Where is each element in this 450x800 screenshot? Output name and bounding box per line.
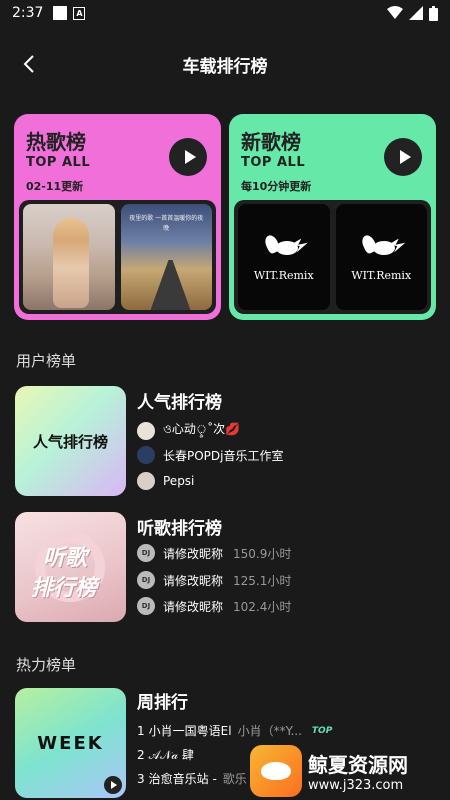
popular-title: 人气排行榜 xyxy=(137,393,222,413)
hot-songs-card[interactable]: 热歌榜 TOP ALL 02-11更新 夜里的歌 一首首温暖你的夜晚 xyxy=(14,114,221,320)
listen-row-2-hours: 125.1小时 xyxy=(233,573,292,588)
new-card-thumbs: WIT.Remix WIT.Remix xyxy=(234,200,431,314)
wifi-icon xyxy=(387,6,403,19)
listen-ranking-item[interactable]: 听歌 排行榜 听歌排行榜 DJ 请修改昵称 150.9小时 DJ 请修改昵称 1… xyxy=(15,512,435,622)
listen-cover-line2: 排行榜 xyxy=(31,576,98,601)
weekly-row-3-num: 3 xyxy=(137,771,145,786)
hot-thumb-1[interactable] xyxy=(23,204,115,310)
app-notification-icon: A xyxy=(73,6,86,20)
listen-row-1[interactable]: DJ 请修改昵称 150.9小时 xyxy=(137,544,291,562)
top-bar: 车载排行榜 xyxy=(0,40,450,88)
watermark-url: www.j323.com xyxy=(308,778,404,793)
section-hot-rankings: 热力榜单 xyxy=(16,656,77,674)
popular-row-3-name: Pepsi xyxy=(163,474,195,488)
dj-avatar: DJ xyxy=(137,544,155,562)
battery-icon xyxy=(429,5,438,21)
weekly-row-3-artist: 歌乐 xyxy=(222,772,247,786)
weekly-cover-text: WEEK xyxy=(37,732,104,754)
weekly-row-2[interactable]: 2 𝒜𝒩𝒶 肆 xyxy=(137,746,194,763)
hot-card-thumbs: 夜里的歌 一首首温暖你的夜晚 xyxy=(19,200,216,314)
popular-row-1[interactable]: ও心动ৢ˚次💋 xyxy=(137,420,240,441)
listen-row-3-name: 请修改昵称 xyxy=(163,599,224,614)
weekly-row-3-song: 治愈音乐站 - xyxy=(148,772,217,786)
weekly-row-3[interactable]: 3 治愈音乐站 - 歌乐 xyxy=(137,770,247,787)
weekly-row-2-num: 2 xyxy=(137,747,145,762)
dj-avatar: DJ xyxy=(137,597,155,615)
weekly-title: 周排行 xyxy=(137,693,188,713)
popular-row-3[interactable]: Pepsi xyxy=(137,472,194,490)
weekly-play-button[interactable] xyxy=(104,776,122,794)
popular-row-2[interactable]: 长春POPDj音乐工作室 xyxy=(137,446,284,464)
notification-icon xyxy=(53,6,68,20)
page-title: 车载排行榜 xyxy=(182,56,268,77)
new-thumb-2[interactable]: WIT.Remix xyxy=(335,204,427,310)
person-image xyxy=(53,218,89,308)
popular-row-1-name: ও心动ৢ˚次💋 xyxy=(163,422,241,436)
weekly-cover[interactable]: WEEK xyxy=(15,688,126,798)
popular-row-2-name: 长春POPDj音乐工作室 xyxy=(163,448,284,463)
back-button[interactable] xyxy=(18,52,40,76)
weekly-row-1-num: 1 xyxy=(137,723,145,738)
popular-ranking-item[interactable]: 人气排行榜 人气排行榜 ও心动ৢ˚次💋 长春POPDj音乐工作室 Pepsi xyxy=(15,386,435,496)
avatar xyxy=(137,446,155,464)
listen-title: 听歌排行榜 xyxy=(137,519,222,539)
top-badge: TOP xyxy=(311,725,333,736)
weekly-row-1-song: 小肖一国粤语El xyxy=(148,724,232,738)
new-play-button[interactable] xyxy=(384,138,422,176)
hot-thumb-2-text: 夜里的歌 一首首温暖你的夜晚 xyxy=(129,215,204,232)
popular-cover[interactable]: 人气排行榜 xyxy=(15,386,126,496)
section-user-rankings: 用户榜单 xyxy=(16,352,77,370)
listen-row-3[interactable]: DJ 请修改昵称 102.4小时 xyxy=(137,597,291,615)
listen-row-1-name: 请修改昵称 xyxy=(163,546,224,561)
listen-row-2-name: 请修改昵称 xyxy=(163,573,224,588)
listen-cover-line1: 听歌 xyxy=(43,546,88,571)
rabbit-logo-icon xyxy=(357,232,406,263)
avatar xyxy=(137,472,155,490)
hot-play-button[interactable] xyxy=(169,138,207,176)
listen-row-3-hours: 102.4小时 xyxy=(233,599,292,614)
new-thumb-1[interactable]: WIT.Remix xyxy=(238,204,330,310)
weekly-row-1[interactable]: 1 小肖一国粤语El 小肖（**Y... TOP xyxy=(137,722,332,739)
status-time: 2:37 xyxy=(12,5,44,21)
new-card-update: 每10分钟更新 xyxy=(241,180,312,193)
listen-row-1-hours: 150.9小时 xyxy=(233,546,292,561)
dj-avatar: DJ xyxy=(137,571,155,589)
whale-logo-icon xyxy=(250,745,302,797)
hot-card-update: 02-11更新 xyxy=(26,180,84,193)
road-image xyxy=(150,260,191,310)
rabbit-logo-icon xyxy=(260,232,308,263)
listen-row-2[interactable]: DJ 请修改昵称 125.1小时 xyxy=(137,571,291,589)
weekly-row-2-song: 𝒜𝒩𝒶 肆 xyxy=(148,748,194,762)
new-thumb-1-text: WIT.Remix xyxy=(253,268,314,282)
listen-cover[interactable]: 听歌 排行榜 xyxy=(15,512,126,622)
hot-thumb-2[interactable]: 夜里的歌 一首首温暖你的夜晚 xyxy=(120,204,212,310)
watermark: 鲸夏资源网 www.j323.com xyxy=(250,742,450,800)
weekly-row-1-artist: 小肖（**Y... xyxy=(237,724,302,738)
avatar xyxy=(137,421,155,440)
watermark-title: 鲸夏资源网 xyxy=(308,753,408,777)
chevron-left-icon xyxy=(23,55,34,73)
new-thumb-2-text: WIT.Remix xyxy=(351,268,412,282)
signal-icon xyxy=(409,6,423,20)
status-bar: 2:37 A xyxy=(0,0,450,26)
popular-cover-text: 人气排行榜 xyxy=(32,432,108,451)
new-songs-card[interactable]: 新歌榜 TOP ALL 每10分钟更新 WIT.Remix WIT.Remix xyxy=(229,114,436,320)
